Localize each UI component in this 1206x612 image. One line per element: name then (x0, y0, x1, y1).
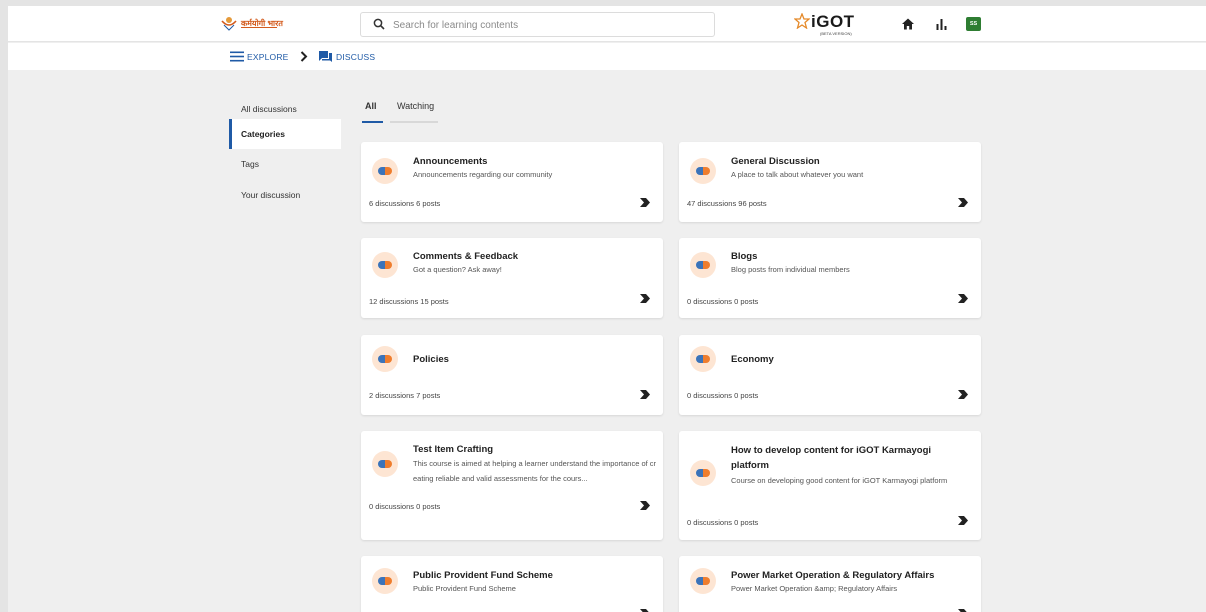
category-card[interactable]: Announcements Announcements regarding ou… (361, 142, 663, 222)
category-stats: 2 discussions 7 posts (369, 391, 441, 400)
double-chevron-right-icon[interactable] (958, 516, 969, 525)
category-icon (690, 158, 716, 184)
category-icon (372, 158, 398, 184)
search-input[interactable] (393, 17, 693, 33)
category-description: Public Provident Fund Scheme (413, 584, 516, 593)
logo-underline (241, 27, 277, 28)
category-description: Got a question? Ask away! (413, 265, 502, 274)
active-tab-indicator (362, 121, 383, 123)
tab-all[interactable]: All (365, 100, 377, 122)
category-stats: 6 discussions 6 posts (369, 199, 441, 208)
category-description: A place to talk about whatever you want (731, 170, 864, 179)
category-title: Announcements (413, 156, 488, 167)
top-navbar: कर्मयोगी भारत iGOT (BETA VERSION) SS (8, 6, 1206, 42)
tab-watching[interactable]: Watching (397, 100, 434, 122)
category-icon (690, 252, 716, 278)
category-card[interactable]: Economy 0 discussions 0 posts (679, 335, 981, 415)
star-logo-icon (794, 13, 810, 29)
category-title: Comments & Feedback (413, 251, 519, 262)
breadcrumb: EXPLORE DISCUSS (8, 43, 1206, 70)
chevron-right-icon (300, 51, 308, 62)
category-icon (690, 568, 716, 594)
double-chevron-right-icon[interactable] (958, 390, 969, 399)
double-chevron-right-icon[interactable] (640, 390, 651, 399)
category-card[interactable]: General Discussion A place to talk about… (679, 142, 981, 222)
category-stats: 0 discussions 0 posts (687, 518, 759, 527)
search-icon (373, 18, 385, 30)
category-description: Course on developing good content for iG… (731, 476, 948, 485)
double-chevron-right-icon[interactable] (958, 198, 969, 207)
category-icon (690, 460, 716, 486)
sidebar-item-tags[interactable]: Tags (229, 149, 341, 179)
category-icon (372, 451, 398, 477)
category-icon (372, 252, 398, 278)
category-card[interactable]: Public Provident Fund Scheme Public Prov… (361, 556, 663, 612)
category-description: This course is aimed at helping a learne… (413, 459, 657, 483)
category-stats: 47 discussions 96 posts (687, 199, 767, 208)
emblem-icon (221, 17, 237, 31)
breadcrumb-discuss[interactable]: DISCUSS (336, 43, 375, 70)
karmayogi-bharat-logo[interactable]: कर्मयोगी भारत (220, 13, 310, 35)
category-icon (690, 346, 716, 372)
sidebar-item-categories[interactable]: Categories (229, 119, 341, 149)
igot-logo[interactable]: iGOT (BETA VERSION) (794, 12, 864, 37)
double-chevron-right-icon[interactable] (640, 501, 651, 510)
category-description: Announcements regarding our community (413, 170, 553, 179)
category-description: Blog posts from individual members (731, 265, 850, 274)
double-chevron-right-icon[interactable] (640, 198, 651, 207)
menu-icon[interactable] (230, 51, 244, 62)
tab-divider (390, 121, 438, 123)
breadcrumb-explore[interactable]: EXPLORE (247, 43, 289, 70)
beta-version-label: (BETA VERSION) (820, 31, 852, 36)
category-title: General Discussion (731, 156, 820, 167)
category-title: Power Market Operation & Regulatory Affa… (731, 570, 935, 581)
category-card[interactable]: Policies 2 discussions 7 posts (361, 335, 663, 415)
category-card[interactable]: Power Market Operation & Regulatory Affa… (679, 556, 981, 612)
forum-icon (319, 51, 332, 62)
home-icon[interactable] (902, 18, 914, 30)
category-title: Policies (413, 354, 449, 365)
category-icon (372, 346, 398, 372)
category-icon (372, 568, 398, 594)
category-stats: 0 discussions 0 posts (369, 502, 441, 511)
category-title: How to develop content for iGOT Karmayog… (731, 445, 932, 471)
stats-icon[interactable] (936, 18, 947, 30)
igot-brand: iGOT (811, 12, 855, 31)
double-chevron-right-icon[interactable] (640, 294, 651, 303)
category-description: Power Market Operation &amp; Regulatory … (731, 584, 898, 593)
sidebar-item-your-discussion[interactable]: Your discussion (229, 180, 341, 210)
category-card[interactable]: How to develop content for iGOT Karmayog… (679, 431, 981, 540)
page: कर्मयोगी भारत iGOT (BETA VERSION) SS (8, 6, 1206, 612)
category-title: Blogs (731, 251, 758, 262)
category-title: Test Item Crafting (413, 444, 494, 455)
category-title: Public Provident Fund Scheme (413, 570, 553, 581)
category-stats: 0 discussions 0 posts (687, 297, 759, 306)
category-title: Economy (731, 354, 774, 365)
category-card[interactable]: Test Item Crafting This course is aimed … (361, 431, 663, 540)
category-card[interactable]: Comments & Feedback Got a question? Ask … (361, 238, 663, 318)
category-stats: 12 discussions 15 posts (369, 297, 449, 306)
user-avatar[interactable]: SS (966, 17, 981, 31)
search-box[interactable] (360, 12, 715, 37)
category-card[interactable]: Blogs Blog posts from individual members… (679, 238, 981, 318)
double-chevron-right-icon[interactable] (958, 294, 969, 303)
category-stats: 0 discussions 0 posts (687, 391, 759, 400)
